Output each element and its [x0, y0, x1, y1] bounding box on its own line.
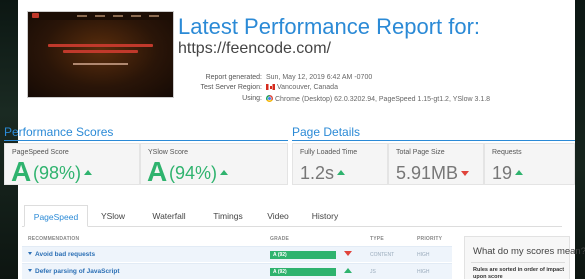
- recommendation-name-wrap[interactable]: Defer parsing of JavaScript: [28, 268, 120, 275]
- pagespeed-grade: A: [11, 156, 32, 187]
- table-row[interactable]: Avoid bad requests A (92) CONTENT HIGH: [22, 246, 452, 262]
- using-value: Chrome (Desktop) 62.0.3202.94, PageSpeed…: [275, 96, 491, 103]
- recommendation-priority: HIGH: [417, 252, 430, 258]
- recommendation-name-wrap[interactable]: Avoid bad requests: [28, 251, 95, 258]
- chevron-down-icon: [344, 251, 352, 256]
- load-time-card: Fully Loaded Time 1.2s: [292, 143, 388, 185]
- thumbnail-navbar: [28, 12, 173, 20]
- canada-flag-icon: [266, 84, 275, 90]
- report-tabs: PageSpeed YSlow Waterfall Timings Video …: [22, 205, 562, 227]
- server-region-value: Vancouver, Canada: [277, 84, 338, 91]
- using-label: Using:: [242, 95, 262, 102]
- report-panel: Latest Performance Report for: https://f…: [4, 0, 585, 279]
- caret-down-icon: [28, 269, 32, 272]
- header-grade: GRADE: [270, 236, 290, 242]
- grade-bar: A (92): [270, 268, 336, 276]
- thumbnail-subtext: [73, 63, 128, 65]
- trend-sign: [344, 268, 352, 273]
- table-header: RECOMMENDATION GRADE TYPE PRIORITY: [22, 232, 452, 244]
- background-right: [575, 0, 585, 279]
- page-size-card: Total Page Size 5.91MB: [388, 143, 484, 185]
- thumbnail-nav-links: [77, 15, 167, 17]
- recommendation-type: JS: [370, 269, 376, 275]
- thumbnail-logo: [32, 13, 39, 18]
- caret-down-icon: [28, 252, 32, 255]
- thumbnail-headline: [63, 50, 138, 53]
- table-row[interactable]: Defer parsing of JavaScript A (92) JS HI…: [22, 263, 452, 279]
- recommendation-name: Avoid bad requests: [35, 251, 96, 258]
- server-region-label: Test Server Region:: [200, 84, 262, 91]
- page-details-title: Page Details: [292, 125, 361, 139]
- report-generated-value: Sun, May 12, 2019 6:42 AM -0700: [266, 74, 373, 81]
- scores-help-text: Rules are sorted in order of impact upon…: [473, 267, 565, 279]
- scores-help-box: What do my scores mean? Rules are sorted…: [464, 236, 585, 279]
- trend-down-icon: [461, 171, 470, 176]
- tab-history[interactable]: History: [300, 205, 350, 227]
- page-size-label: Total Page Size: [396, 149, 445, 156]
- requests-label: Requests: [492, 149, 522, 156]
- thumbnail-headline: [48, 44, 153, 47]
- grade-text: A (92): [273, 252, 287, 258]
- tab-pagespeed[interactable]: PageSpeed: [24, 205, 88, 227]
- using-value-wrap: Chrome (Desktop) 62.0.3202.94, PageSpeed…: [266, 95, 490, 103]
- report-generated-label: Report generated:: [205, 74, 262, 81]
- trend-up-icon: [337, 170, 346, 175]
- recommendation-type: CONTENT: [370, 252, 395, 258]
- server-region-value-wrap: Vancouver, Canada: [266, 84, 338, 91]
- tab-waterfall[interactable]: Waterfall: [138, 205, 200, 227]
- requests-value-wrap: 19: [492, 162, 524, 184]
- page-size-value: 5.91MB: [396, 163, 459, 183]
- load-time-label: Fully Loaded Time: [300, 149, 358, 156]
- header-priority: PRIORITY: [417, 236, 443, 242]
- tab-video[interactable]: Video: [256, 205, 300, 227]
- trend-up-icon: [220, 170, 229, 175]
- pagespeed-percent-wrap: (98%): [33, 161, 93, 185]
- tab-yslow[interactable]: YSlow: [88, 205, 138, 227]
- yslow-grade: A: [147, 156, 168, 187]
- yslow-score-label: YSlow Score: [148, 149, 189, 156]
- page-screenshot-thumbnail[interactable]: [27, 11, 174, 98]
- trend-sign: [344, 251, 352, 256]
- recommendation-priority: HIGH: [417, 269, 430, 275]
- grade-bar: A (92): [270, 251, 336, 259]
- chevron-up-icon: [344, 268, 352, 273]
- grade-text: A (92): [273, 269, 287, 275]
- tab-timings[interactable]: Timings: [200, 205, 256, 227]
- scores-help-heading[interactable]: What do my scores mean?: [473, 246, 585, 257]
- page-details-divider: [292, 140, 575, 141]
- load-time-value-wrap: 1.2s: [300, 162, 346, 184]
- trend-up-icon: [515, 170, 524, 175]
- yslow-percent: (94%): [169, 163, 218, 183]
- header-recommendation: RECOMMENDATION: [28, 236, 80, 242]
- report-url[interactable]: https://feencode.com/: [178, 40, 331, 58]
- pagespeed-percent: (98%): [33, 163, 82, 183]
- trend-up-icon: [84, 170, 93, 175]
- header-type: TYPE: [370, 236, 384, 242]
- load-time-value: 1.2s: [300, 163, 335, 183]
- yslow-score-card: YSlow Score A (94%): [140, 143, 288, 187]
- recommendation-name: Defer parsing of JavaScript: [35, 268, 120, 275]
- scores-help-divider: [471, 262, 565, 263]
- requests-card: Requests 19: [484, 143, 575, 185]
- pagespeed-score-label: PageSpeed Score: [12, 149, 69, 156]
- performance-scores-divider: [4, 140, 288, 141]
- performance-scores-title: Performance Scores: [4, 125, 114, 139]
- chrome-icon: [266, 95, 273, 102]
- yslow-percent-wrap: (94%): [169, 161, 229, 185]
- pagespeed-score-card: PageSpeed Score A (98%): [4, 143, 140, 187]
- requests-value: 19: [492, 163, 513, 183]
- page-size-value-wrap: 5.91MB: [396, 162, 470, 184]
- report-title: Latest Performance Report for:: [178, 14, 481, 39]
